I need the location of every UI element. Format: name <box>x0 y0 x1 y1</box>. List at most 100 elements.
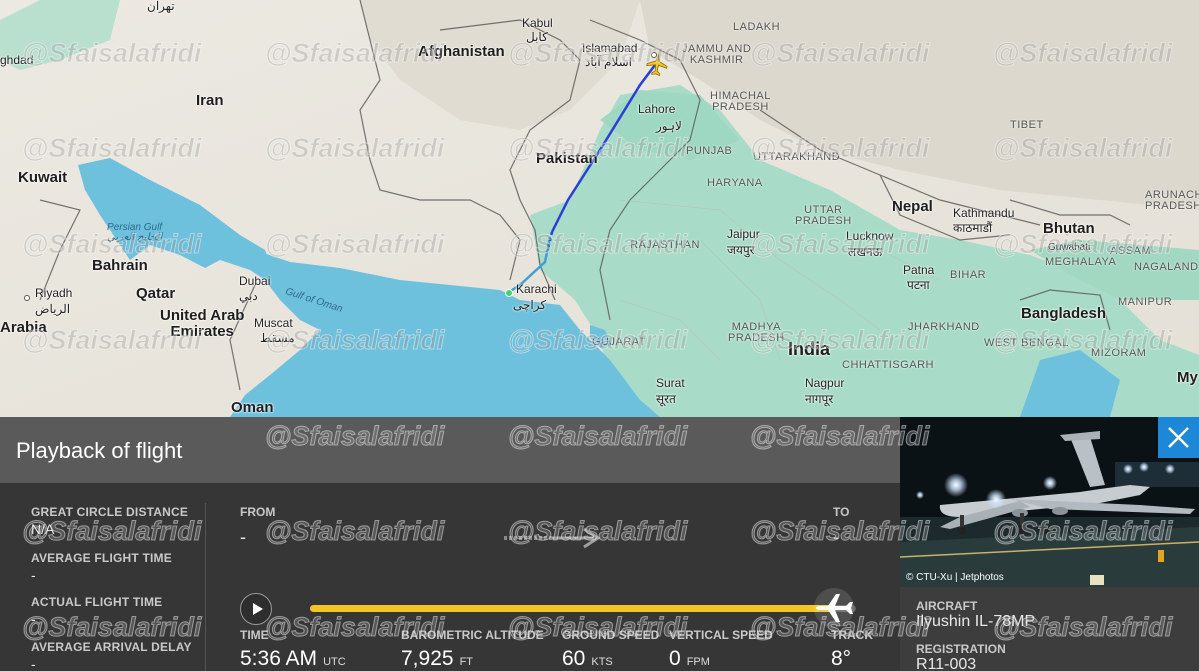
label-uttar-pradesh: UTTAR PRADESH <box>795 204 852 227</box>
panel-title: Playback of flight <box>16 438 183 463</box>
registration-value[interactable]: R11-003 <box>916 656 976 671</box>
label-jaipur: Jaipur <box>727 227 760 241</box>
playback-slider-handle[interactable] <box>814 588 855 628</box>
label-karachi-native: کراچی <box>513 298 547 312</box>
label-uae: United Arab Emirates <box>160 307 245 340</box>
label-afghanistan: Afghanistan <box>418 43 505 60</box>
track-label: TRACK <box>831 628 873 642</box>
label-myanmar: My <box>1177 369 1198 386</box>
altitude-unit: FT <box>459 656 474 668</box>
label-punjab: PUNJAB <box>686 145 733 157</box>
time-unit: UTC <box>323 656 346 668</box>
label-riyadh: Riyadh <box>35 286 73 300</box>
playback-panel: Playback of flight GREAT CIRCLE DISTANCE… <box>0 417 900 671</box>
label-baghdad: ghdad <box>0 53 34 67</box>
arrow-right-icon <box>504 527 601 549</box>
aircraft-photo[interactable]: © CTU-Xu | Jetphotos <box>900 417 1199 587</box>
label-dubai: Dubai <box>239 274 271 288</box>
map-view[interactable]: Afghanistan Iran Pakistan India Nepal Bh… <box>0 0 1199 417</box>
vertical-speed-label: VERTICAL SPEED <box>669 628 773 642</box>
label-qatar: Qatar <box>136 285 176 302</box>
label-bhutan: Bhutan <box>1043 220 1095 237</box>
label-patna-native: पटना <box>907 278 930 292</box>
label-oman: Oman <box>231 399 274 416</box>
great-circle-label: GREAT CIRCLE DISTANCE <box>31 505 189 519</box>
label-kabul: Kabul <box>522 16 553 30</box>
label-nepal: Nepal <box>892 198 933 215</box>
label-nagpur-native: नागपूर <box>805 392 834 406</box>
label-himachal: HIMACHAL PRADESH <box>710 90 771 113</box>
aircraft-photo-image <box>900 417 1199 587</box>
ground-speed-value: 60 <box>562 647 586 670</box>
avg-arrival-delay-value: - <box>31 656 36 671</box>
label-jaipur-native: जयपुर <box>727 243 755 257</box>
aircraft-marker-icon[interactable] <box>645 53 669 77</box>
label-lucknow: Lucknow <box>846 229 894 243</box>
label-arabia: Arabia <box>0 319 47 336</box>
label-rajasthan: RAJASTHAN <box>630 239 700 251</box>
flight-tracker-app: Afghanistan Iran Pakistan India Nepal Bh… <box>0 0 1199 671</box>
aircraft-type-label: AIRCRAFT <box>916 599 978 613</box>
avg-flight-time-label: AVERAGE FLIGHT TIME <box>31 551 172 565</box>
vertical-speed-value: 0 <box>669 647 681 670</box>
actual-flight-time-value: - <box>31 611 36 627</box>
time-readout: 5:36 AM UTC <box>240 647 346 671</box>
playback-slider[interactable] <box>310 588 856 628</box>
play-icon <box>253 603 263 615</box>
label-chhattisgarh: CHHATTISGARH <box>842 359 934 371</box>
label-kathmandu: Kathmandu <box>953 206 1015 220</box>
label-guwahati: Guwahati <box>1048 242 1091 253</box>
label-dubai-native: دبي <box>239 289 258 303</box>
label-west-bengal: WEST BENGAL <box>984 337 1069 349</box>
ground-speed-label: GROUND SPEED <box>562 628 660 642</box>
playback-progress-fill <box>310 605 835 612</box>
label-karachi: Karachi <box>516 282 557 296</box>
label-iran: Iran <box>196 92 224 109</box>
label-pakistan: Pakistan <box>536 150 598 167</box>
from-label: FROM <box>240 505 276 519</box>
label-patna: Patna <box>903 263 935 277</box>
label-riyadh-native: الرياض <box>35 302 71 316</box>
city-dot-riyadh <box>24 295 30 301</box>
label-kathmandu-native: काठमाडौं <box>953 221 993 235</box>
label-meghalaya: MEGHALAYA <box>1045 256 1117 268</box>
close-icon <box>1168 427 1189 448</box>
city-dot-islamabad <box>651 52 657 58</box>
label-kuwait: Kuwait <box>18 169 68 186</box>
altitude-label: BAROMETRIC ALTITUDE <box>401 628 544 642</box>
play-button[interactable] <box>240 593 272 625</box>
label-lahore-native: لاہور <box>656 119 682 133</box>
close-button[interactable] <box>1158 417 1199 458</box>
aircraft-type-value: Ilyushin IL-78MP <box>916 613 1036 630</box>
label-gujarat: GUJARAT <box>592 336 647 348</box>
track-value: 8° <box>831 647 852 670</box>
label-surat: Surat <box>656 376 685 390</box>
to-value[interactable]: - <box>833 527 839 548</box>
registration-label: REGISTRATION <box>916 642 1006 656</box>
label-surat-native: सूरत <box>656 392 676 406</box>
label-assam: ASSAM <box>1110 245 1152 257</box>
ground-speed-readout: 60 KTS <box>562 647 613 671</box>
panel-body: GREAT CIRCLE DISTANCE N/A AVERAGE FLIGHT… <box>0 483 900 671</box>
label-jammu-kashmir: JAMMU AND KASHMIR <box>682 43 752 66</box>
to-label: TO <box>833 505 850 519</box>
label-nagpur: Nagpur <box>805 376 845 390</box>
label-mizoram: MIZORAM <box>1091 347 1147 359</box>
altitude-value: 7,925 <box>401 647 454 670</box>
altitude-readout: 7,925 FT <box>401 647 473 671</box>
label-jharkhand: JHARKHAND <box>908 321 980 333</box>
label-kabul-native: کابل <box>526 30 548 44</box>
label-haryana: HARYANA <box>707 177 763 189</box>
avg-flight-time-value: - <box>31 567 36 583</box>
label-bihar: BIHAR <box>950 269 987 281</box>
airplane-icon <box>816 594 854 622</box>
ground-speed-unit: KTS <box>591 656 613 668</box>
label-islamabad: Islamabad <box>582 41 638 55</box>
from-value[interactable]: - <box>240 527 246 548</box>
label-nagaland: NAGALAND <box>1134 261 1199 273</box>
panel-divider <box>205 503 206 671</box>
great-circle-value: N/A <box>31 521 55 537</box>
vertical-speed-unit: FPM <box>686 656 710 668</box>
label-bangladesh: Bangladesh <box>1021 305 1107 322</box>
photo-credit[interactable]: © CTU-Xu | Jetphotos <box>906 572 1004 583</box>
